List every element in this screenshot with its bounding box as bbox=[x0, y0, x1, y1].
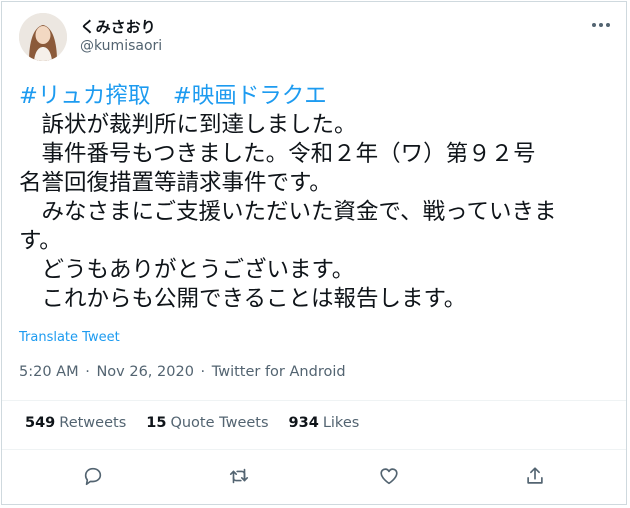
like-icon bbox=[380, 468, 398, 485]
retweet-icon bbox=[229, 468, 249, 484]
reply-icon bbox=[84, 467, 102, 486]
tweet-text-line: 訴状が裁判所に到達しました。 bbox=[19, 112, 357, 138]
meta-separator: · bbox=[85, 364, 90, 380]
more-options-icon[interactable] bbox=[588, 14, 614, 36]
retweets-label: Retweets bbox=[59, 415, 127, 431]
reply-button[interactable] bbox=[79, 462, 107, 490]
tweet-text-line: 事件番号もつきました。令和２年（ワ）第９２号 bbox=[19, 141, 536, 167]
divider bbox=[2, 400, 626, 401]
likes-label: Likes bbox=[322, 415, 360, 431]
divider bbox=[2, 449, 626, 450]
tweet-time[interactable]: 5:20 AM bbox=[19, 364, 79, 380]
tweet-text-line: みなさまにご支援いただいた資金で、戦っていきま bbox=[19, 199, 557, 225]
tweet-text-line: す。 bbox=[19, 228, 62, 254]
action-bar bbox=[0, 460, 630, 494]
likes-count: 934 bbox=[288, 415, 319, 431]
tweet-text-line: どうもありがとうございます。 bbox=[19, 257, 355, 283]
user-handle[interactable]: @kumisaori bbox=[80, 38, 162, 54]
retweets-stat[interactable]: 549 Retweets bbox=[25, 415, 126, 431]
retweets-count: 549 bbox=[25, 415, 56, 431]
tweet-text-line: これからも公開できることは報告します。 bbox=[19, 286, 467, 312]
likes-stat[interactable]: 934 Likes bbox=[289, 415, 360, 431]
quote-tweets-label: Quote Tweets bbox=[170, 415, 269, 431]
hashtag-line: #リュカ搾取 #映画ドラクエ bbox=[19, 82, 611, 111]
quote-tweets-stat[interactable]: 15 Quote Tweets bbox=[146, 415, 268, 431]
like-button[interactable] bbox=[375, 462, 403, 490]
display-name[interactable]: くみさおり bbox=[80, 16, 156, 37]
tweet-date[interactable]: Nov 26, 2020 bbox=[96, 364, 193, 380]
translate-tweet-link[interactable]: Translate Tweet bbox=[19, 330, 120, 345]
avatar[interactable] bbox=[19, 13, 67, 61]
tweet-text: #リュカ搾取 #映画ドラクエ 訴状が裁判所に到達しました。 事件番号もつきました… bbox=[19, 82, 611, 314]
tweet-source[interactable]: Twitter for Android bbox=[212, 364, 346, 380]
quote-tweets-count: 15 bbox=[146, 415, 167, 431]
share-icon bbox=[527, 467, 543, 484]
tweet-metadata: 5:20 AM · Nov 26, 2020 · Twitter for And… bbox=[19, 364, 346, 380]
tweet-stats: 549 Retweets 15 Quote Tweets 934 Likes bbox=[25, 415, 359, 431]
hashtag-link[interactable]: #リュカ搾取 bbox=[19, 83, 150, 109]
meta-separator: · bbox=[200, 364, 206, 380]
hashtag-link[interactable]: #映画ドラクエ bbox=[173, 83, 327, 109]
tweet-text-line: 名誉回復措置等請求事件です。 bbox=[19, 170, 332, 196]
retweet-button[interactable] bbox=[225, 462, 253, 490]
share-button[interactable] bbox=[521, 462, 549, 490]
